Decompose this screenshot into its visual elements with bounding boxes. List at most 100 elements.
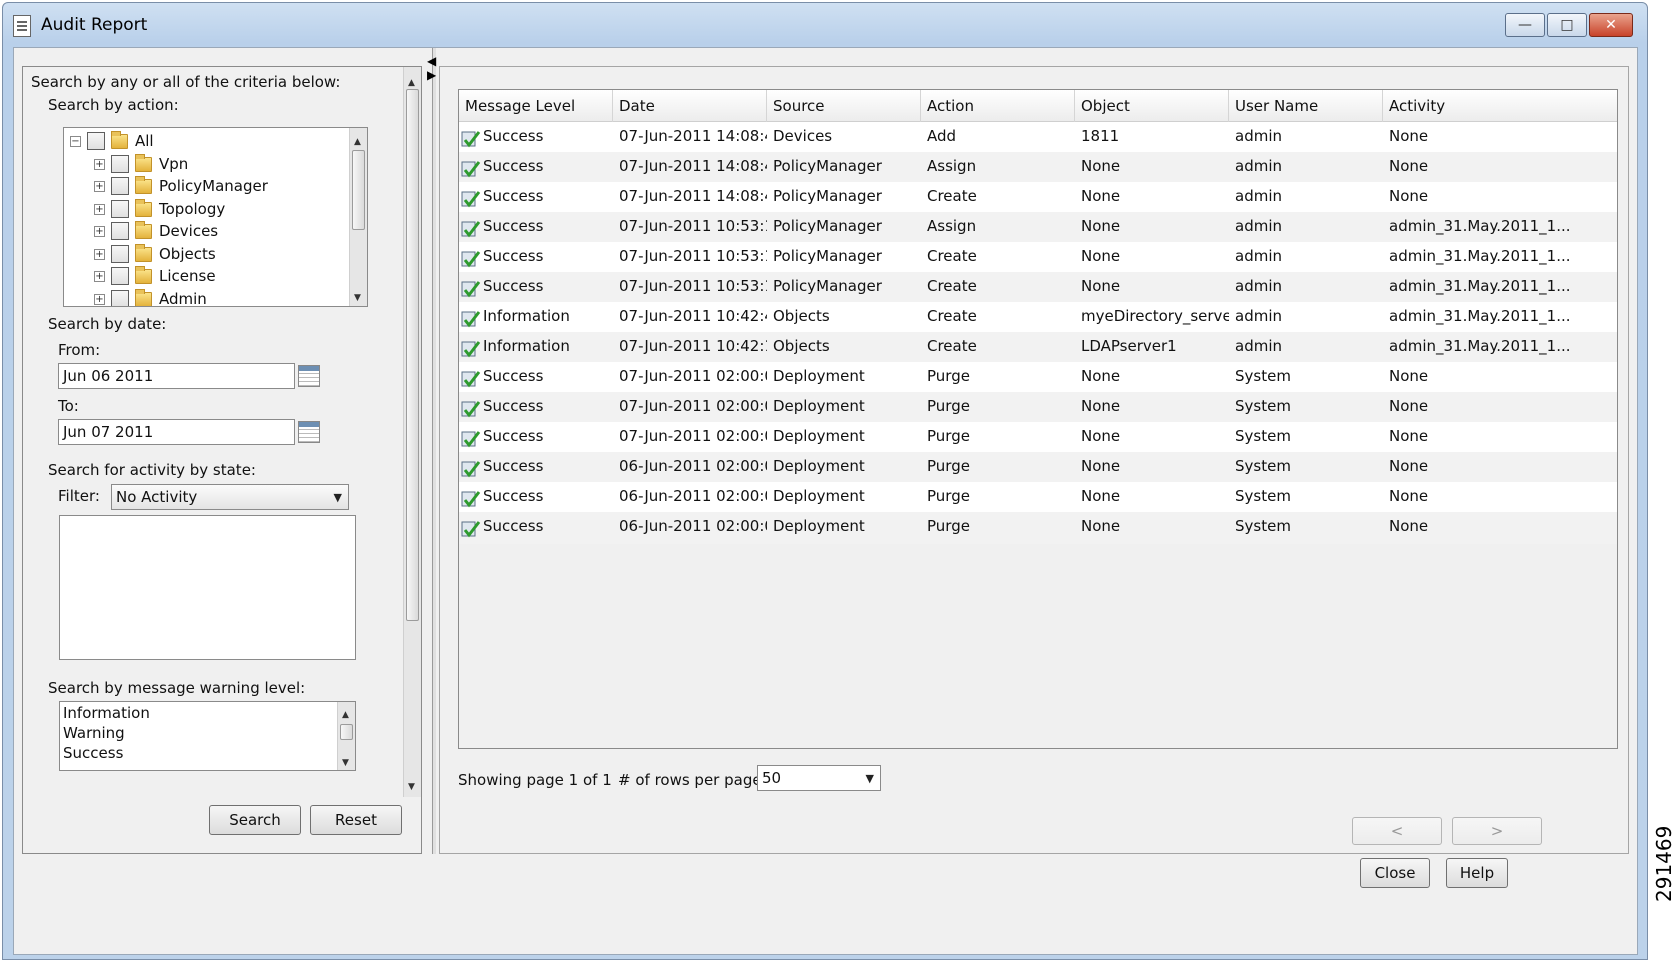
expand-icon[interactable]: + xyxy=(94,225,105,237)
table-row[interactable]: Information 07-Jun-2011 10:42:46 Objects Cr… xyxy=(459,302,1617,334)
close-button[interactable]: Close xyxy=(1360,858,1430,888)
table-cell: Success xyxy=(483,397,544,415)
to-date-field[interactable]: Jun 07 2011 xyxy=(58,419,295,445)
table-cell: Success xyxy=(483,217,544,235)
expand-icon[interactable]: + xyxy=(94,158,105,170)
table-cell: LDAPserver1 xyxy=(1081,337,1177,355)
table-row[interactable]: Success 06-Jun-2011 02:00:00 Deployment Pur… xyxy=(459,452,1617,484)
tree-item-devices[interactable]: + Devices xyxy=(94,220,218,242)
table-cell: None xyxy=(1081,427,1121,445)
title-bar[interactable]: Audit Report — □ ✕ xyxy=(3,3,1647,47)
column-header[interactable]: Action xyxy=(921,90,1075,122)
expand-icon[interactable]: + xyxy=(94,293,105,305)
tree-item-vpn[interactable]: + Vpn xyxy=(94,153,188,175)
from-date-field[interactable]: Jun 06 2011 xyxy=(58,363,295,389)
filter-select[interactable]: No Activity ▼ xyxy=(111,484,349,510)
column-header[interactable]: Object xyxy=(1075,90,1229,122)
column-header[interactable]: Date xyxy=(613,90,767,122)
column-header[interactable]: Source xyxy=(767,90,921,122)
next-page-button[interactable]: > xyxy=(1452,817,1542,845)
list-item[interactable]: Information xyxy=(63,704,150,722)
checkbox[interactable] xyxy=(111,155,129,173)
previous-page-button[interactable]: < xyxy=(1352,817,1442,845)
expand-icon[interactable]: + xyxy=(94,248,105,260)
table-cell: Create xyxy=(927,247,977,265)
scroll-down-icon[interactable] xyxy=(408,775,415,793)
tree-item-admin[interactable]: + Admin xyxy=(94,288,207,307)
criteria-scrollbar[interactable] xyxy=(403,67,421,797)
tree-item-objects[interactable]: + Objects xyxy=(94,243,216,265)
table-row[interactable]: Success 07-Jun-2011 14:08:48 PolicyManager… xyxy=(459,152,1617,184)
table-row[interactable]: Success 07-Jun-2011 10:53:12 PolicyManager… xyxy=(459,272,1617,304)
tree-item-license[interactable]: + License xyxy=(94,265,216,287)
activity-state-list[interactable] xyxy=(59,515,356,660)
tree-item-all[interactable]: − All xyxy=(70,130,154,152)
column-header[interactable]: Activity xyxy=(1383,90,1617,122)
list-item[interactable]: Warning xyxy=(63,724,125,742)
table-cell: None xyxy=(1389,487,1429,505)
table-cell: 07-Jun-2011 10:53:12 xyxy=(619,217,767,235)
column-header[interactable]: User Name xyxy=(1229,90,1383,122)
table-row[interactable]: Success 07-Jun-2011 02:00:00 Deployment Pur… xyxy=(459,422,1617,454)
checkbox[interactable] xyxy=(111,245,129,263)
collapse-icon[interactable]: − xyxy=(70,135,81,147)
warning-level-list[interactable]: Information Warning Success xyxy=(59,701,356,771)
table-cell: Information xyxy=(483,307,570,325)
expand-icon[interactable]: + xyxy=(94,203,105,215)
tree-item-policymanager[interactable]: + PolicyManager xyxy=(94,175,268,197)
splitter-arrow-icons[interactable]: ◀ ▶ xyxy=(427,54,439,82)
scroll-thumb[interactable] xyxy=(340,724,353,740)
table-cell: System xyxy=(1235,367,1291,385)
scroll-thumb[interactable] xyxy=(406,89,419,621)
table-cell: Success xyxy=(483,517,544,535)
table-row[interactable]: Success 07-Jun-2011 14:08:48 Devices Add 181… xyxy=(459,122,1617,154)
checkbox[interactable] xyxy=(111,290,129,306)
criteria-scroll-area: Search by any or all of the criteria bel… xyxy=(23,67,403,797)
scroll-thumb[interactable] xyxy=(352,150,365,230)
table-cell: None xyxy=(1389,427,1429,445)
table-cell: 06-Jun-2011 02:00:00 xyxy=(619,517,767,535)
table-row[interactable]: Success 07-Jun-2011 02:00:00 Deployment Pur… xyxy=(459,392,1617,424)
table-row[interactable]: Success 07-Jun-2011 10:53:12 PolicyManager… xyxy=(459,242,1617,274)
list-item[interactable]: Success xyxy=(63,744,123,762)
table-row[interactable]: Success 07-Jun-2011 02:00:00 Deployment Pur… xyxy=(459,362,1617,394)
panel-splitter[interactable] xyxy=(432,48,436,854)
table-row[interactable]: Success 07-Jun-2011 14:08:48 PolicyManager… xyxy=(459,182,1617,214)
checkbox[interactable] xyxy=(111,200,129,218)
scroll-down-icon[interactable] xyxy=(354,286,361,304)
scroll-up-icon[interactable] xyxy=(354,130,361,148)
expand-icon[interactable]: + xyxy=(94,180,105,192)
scroll-up-icon[interactable] xyxy=(342,703,349,721)
maximize-icon[interactable]: □ xyxy=(1547,13,1587,37)
tree-scrollbar[interactable] xyxy=(349,128,367,306)
table-row[interactable]: Success 06-Jun-2011 02:00:00 Deployment Pur… xyxy=(459,482,1617,514)
table-cell: None xyxy=(1081,517,1121,535)
expand-icon[interactable]: + xyxy=(94,270,105,282)
criteria-label: Search by any or all of the criteria bel… xyxy=(31,73,341,91)
scroll-up-icon[interactable] xyxy=(408,71,415,89)
minimize-icon[interactable]: — xyxy=(1505,13,1545,37)
reset-button[interactable]: Reset xyxy=(310,805,402,835)
tree-item-label: Admin xyxy=(159,290,207,307)
calendar-icon[interactable] xyxy=(298,421,320,443)
table-row[interactable]: Success 06-Jun-2011 02:00:00 Deployment Pur… xyxy=(459,512,1617,544)
checkbox[interactable] xyxy=(111,222,129,240)
checkbox[interactable] xyxy=(111,177,129,195)
table-row[interactable]: Information 07-Jun-2011 10:42:16 Objects Cr… xyxy=(459,332,1617,364)
search-button[interactable]: Search xyxy=(209,805,301,835)
action-tree: − All + Vpn + PolicyManager + Topology +… xyxy=(63,127,368,307)
rows-per-page-select[interactable]: 50 ▼ xyxy=(757,765,881,791)
scroll-down-icon[interactable] xyxy=(342,751,349,769)
dialog-body: Search by any or all of the criteria bel… xyxy=(13,47,1638,955)
tree-item-topology[interactable]: + Topology xyxy=(94,198,225,220)
table-cell: None xyxy=(1081,457,1121,475)
table-cell: admin xyxy=(1235,127,1282,145)
calendar-icon[interactable] xyxy=(298,365,320,387)
checkbox[interactable] xyxy=(87,132,105,150)
warning-list-scrollbar[interactable] xyxy=(337,702,355,770)
table-row[interactable]: Success 07-Jun-2011 10:53:12 PolicyManager… xyxy=(459,212,1617,244)
column-header[interactable]: Message Level xyxy=(459,90,613,122)
help-button[interactable]: Help xyxy=(1446,858,1508,888)
close-icon[interactable]: ✕ xyxy=(1589,13,1633,37)
checkbox[interactable] xyxy=(111,267,129,285)
